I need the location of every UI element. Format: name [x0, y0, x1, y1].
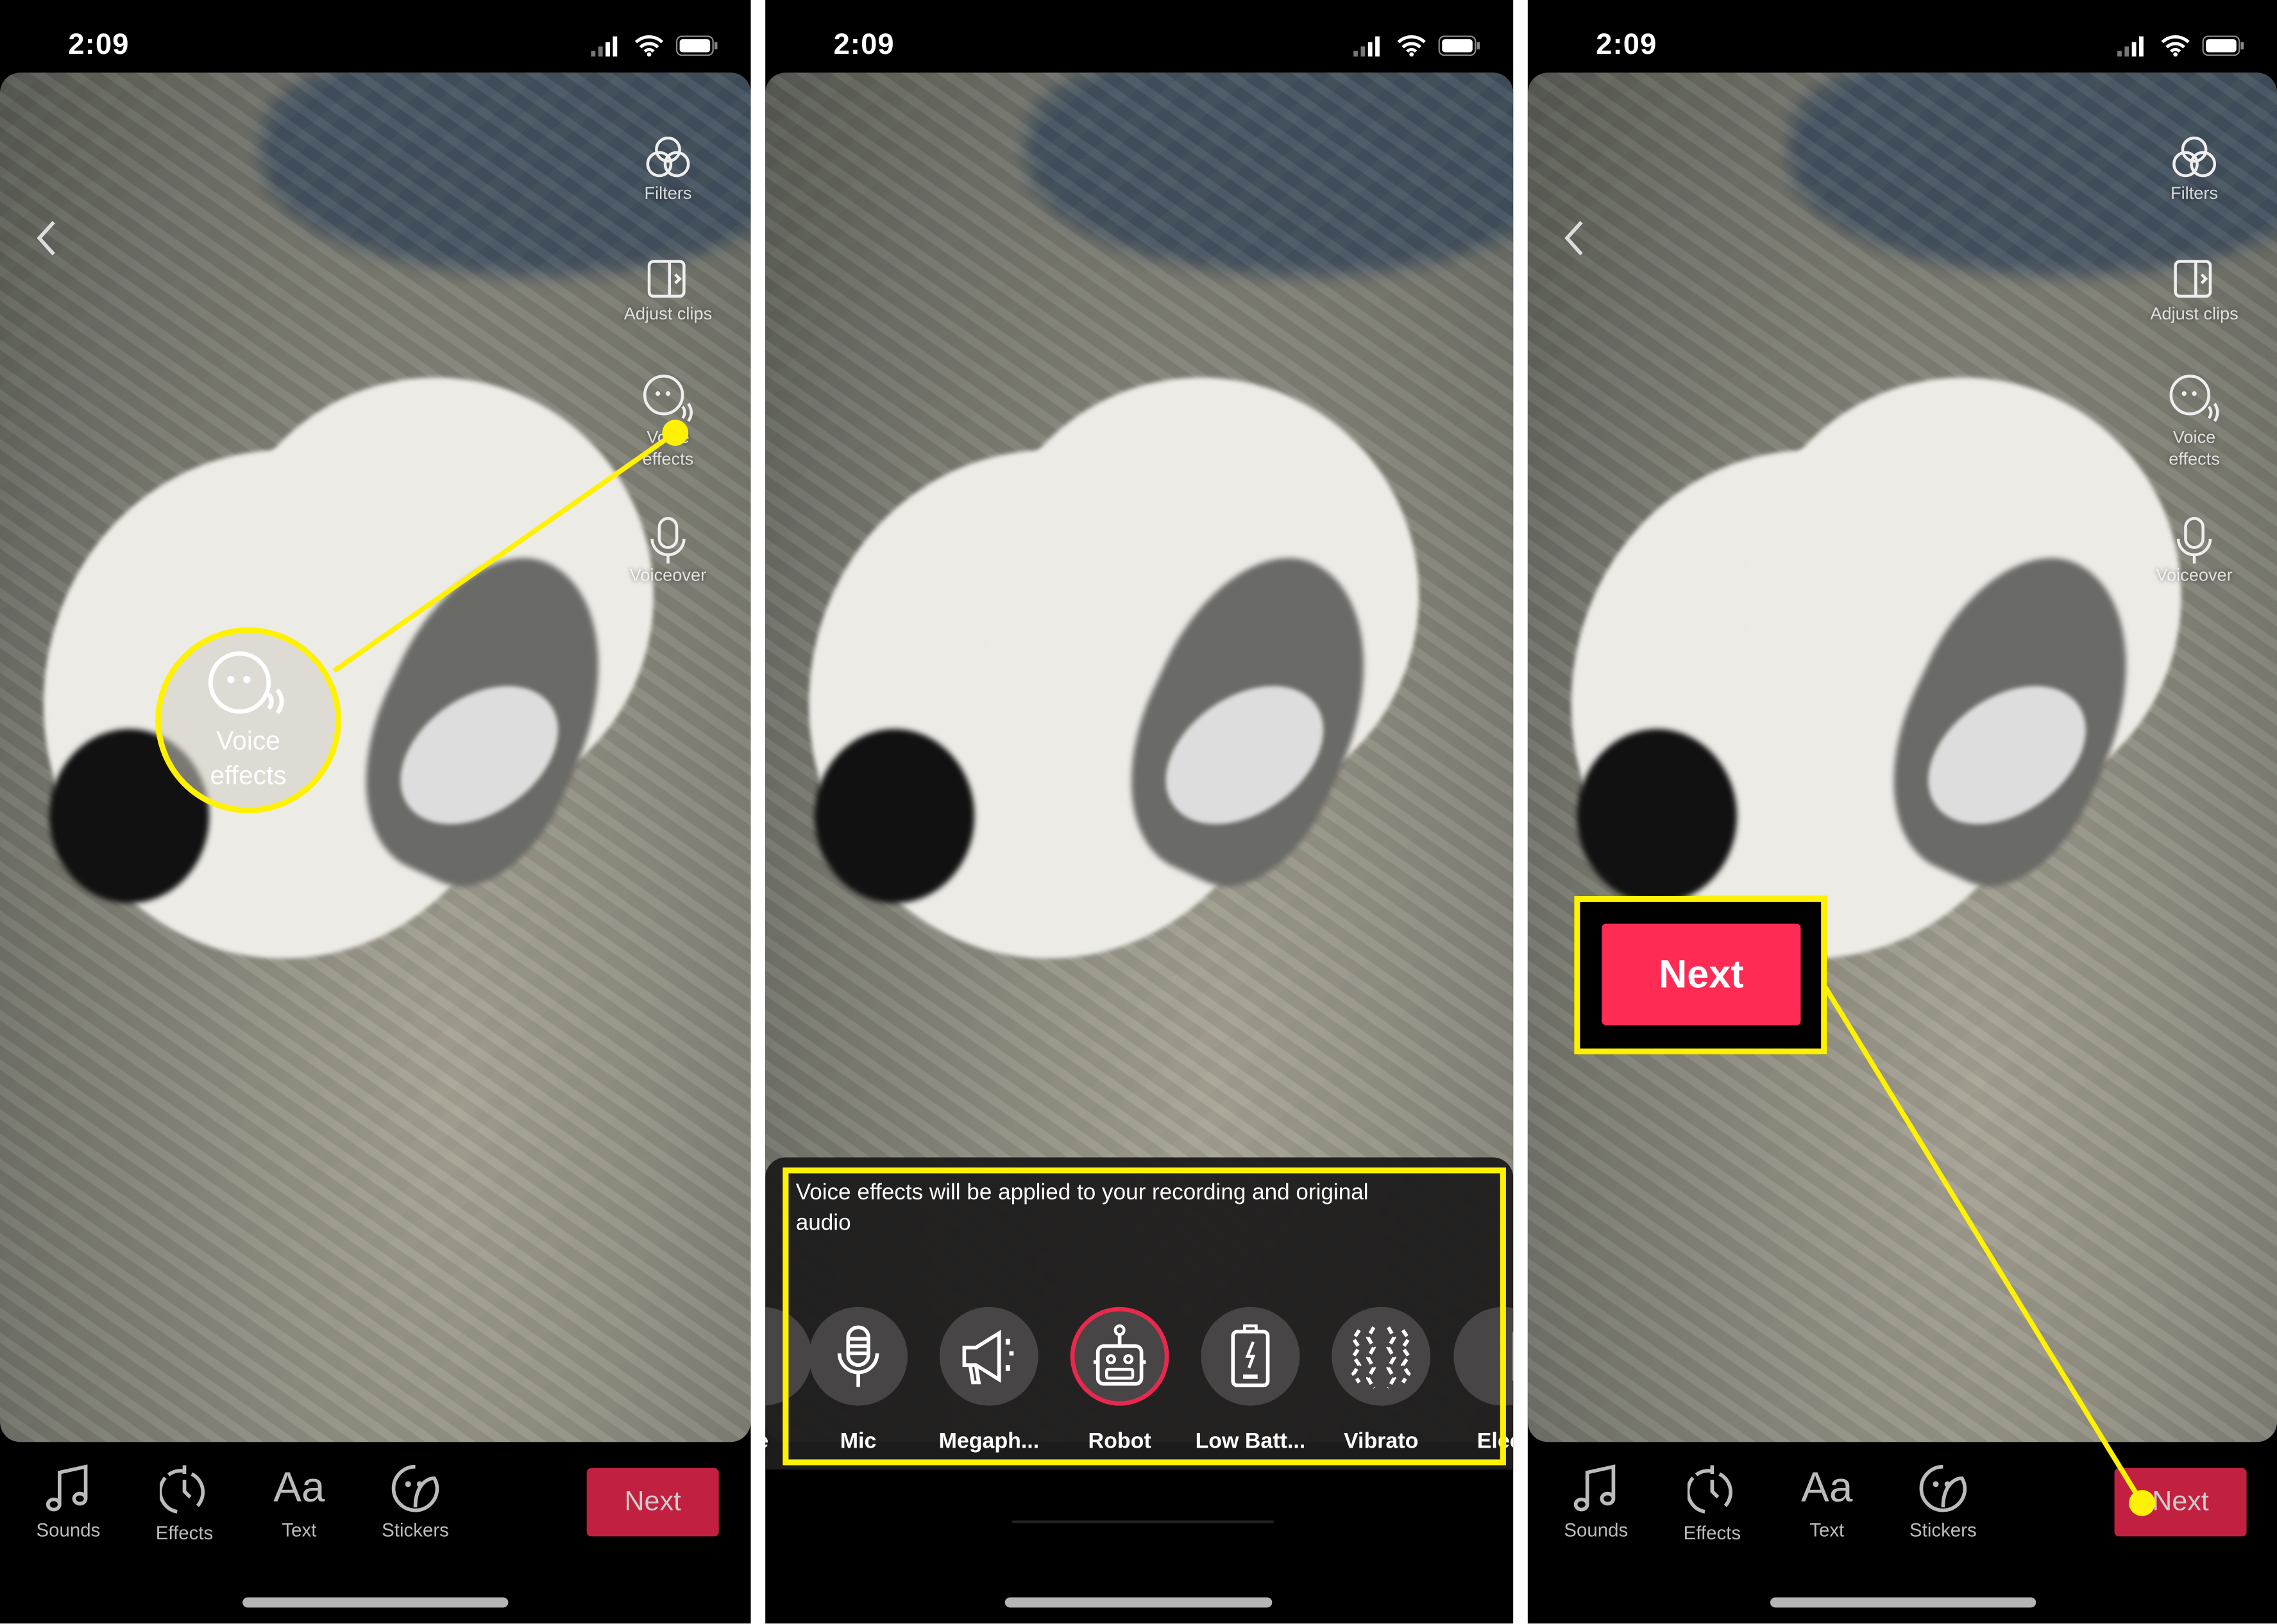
toolbar-label: Text: [1809, 1519, 1845, 1541]
toolbar-text-button[interactable]: Aa Text: [1776, 1464, 1877, 1541]
sheet-divider: [1012, 1520, 1274, 1524]
music-note-icon: [46, 1464, 88, 1512]
status-time: 2:09: [1596, 29, 1657, 62]
battery-icon: [675, 35, 718, 56]
toolbar-effects-button[interactable]: Effects: [133, 1464, 235, 1544]
home-indicator: [242, 1597, 509, 1608]
next-button[interactable]: Next: [2114, 1468, 2247, 1537]
voice-effect-label: e: [765, 1429, 768, 1453]
toolbar-label: Effects: [1683, 1521, 1741, 1544]
adjust-clips-icon: [647, 260, 686, 298]
status-time: 2:09: [833, 29, 895, 62]
battery-icon: [1438, 35, 1480, 56]
rail-filters-button[interactable]: Filters: [603, 133, 734, 205]
toolbar-sounds-button[interactable]: Sounds: [17, 1464, 119, 1541]
sticker-icon: [1919, 1464, 1967, 1512]
text-aa-icon: Aa: [1801, 1465, 1853, 1512]
status-icons: [591, 35, 718, 57]
text-aa-icon: Aa: [273, 1465, 325, 1512]
rail-label: Voiceover: [629, 564, 707, 586]
voice-sheet-highlight: [783, 1167, 1506, 1466]
status-icons: [1353, 35, 1481, 57]
wifi-icon: [2161, 35, 2190, 57]
callout-label: effects: [210, 761, 287, 790]
toolbar-sounds-button[interactable]: Sounds: [1545, 1464, 1646, 1541]
rail-voice-button[interactable]: Voice effects: [2129, 372, 2260, 471]
status-bar: 2:09: [1528, 0, 2277, 72]
cellular-signal-icon: [1353, 35, 1380, 56]
rail-voice-button[interactable]: Voice effects: [603, 372, 734, 471]
toolbar-label: Stickers: [1909, 1519, 1977, 1541]
wifi-icon: [1397, 35, 1426, 57]
rail-label: Voice: [647, 427, 690, 448]
status-bar: 2:09: [0, 0, 751, 72]
voice-effects-callout: Voice effects: [155, 627, 342, 813]
music-note-icon: [1573, 1464, 1616, 1512]
dog-patch: [1577, 729, 1737, 904]
filters-icon: [2172, 136, 2217, 178]
rail-label: Voiceover: [2156, 564, 2233, 586]
cellular-signal-icon: [591, 35, 618, 56]
rail-adjust-button[interactable]: Adjust clips: [2129, 254, 2260, 325]
adjust-clips-icon: [2174, 260, 2212, 298]
toolbar-stickers-button[interactable]: Stickers: [1892, 1464, 1993, 1541]
rail-label: Filters: [2171, 183, 2219, 203]
effects-timer-icon: [160, 1465, 205, 1514]
rail-filters-button[interactable]: Filters: [2129, 133, 2260, 205]
battery-icon: [2202, 35, 2244, 56]
effects-timer-icon: [1687, 1465, 1732, 1514]
rail-voiceover-button[interactable]: Voiceover: [2129, 516, 2260, 587]
next-label: Next: [624, 1486, 681, 1517]
toolbar-label: Text: [282, 1519, 317, 1541]
toolbar-effects-button[interactable]: Effects: [1661, 1464, 1763, 1544]
toolbar-label: Sounds: [36, 1519, 101, 1541]
toolbar-stickers-button[interactable]: Stickers: [364, 1464, 466, 1541]
voiceover-mic-icon: [650, 517, 686, 564]
filters-icon: [646, 136, 690, 178]
wifi-icon: [634, 35, 664, 57]
home-indicator: [1004, 1597, 1273, 1608]
next-label: Next: [2152, 1486, 2209, 1517]
back-chevron-icon[interactable]: [32, 218, 61, 258]
status-icons: [2117, 35, 2245, 57]
rail-label: Adjust clips: [623, 303, 713, 324]
callout-label: Voice: [216, 726, 281, 756]
rail-adjust-button[interactable]: Adjust clips: [603, 254, 734, 325]
cellular-signal-icon: [2117, 35, 2144, 56]
back-chevron-icon[interactable]: [1560, 218, 1589, 258]
next-button-zoomed: Next: [1602, 923, 1801, 1026]
voiceover-mic-icon: [2176, 517, 2212, 564]
rail-label: effects: [642, 448, 694, 469]
voice-effects-icon: [2169, 375, 2219, 422]
toolbar-label: Sounds: [1564, 1519, 1629, 1541]
sticker-icon: [391, 1464, 439, 1512]
toolbar-label: Stickers: [382, 1519, 449, 1541]
rail-label: Voice: [2172, 427, 2216, 448]
status-time: 2:09: [68, 29, 130, 62]
home-indicator: [1770, 1597, 2036, 1608]
phone-screen-right: 2:09 Filters Adjust clips Voice effects Voic…: [1527, 0, 2277, 1624]
rail-label: Adjust clips: [2150, 303, 2239, 324]
rail-voiceover-button[interactable]: Voiceover: [603, 516, 734, 587]
rail-label: effects: [2169, 448, 2220, 469]
toolbar-label: Effects: [155, 1521, 214, 1544]
rail-label: Filters: [644, 183, 692, 203]
callout-next-label: Next: [1659, 952, 1744, 996]
voice-effects-icon: [208, 651, 284, 715]
status-bar: 2:09: [765, 0, 1513, 72]
next-button[interactable]: Next: [586, 1468, 719, 1537]
phone-screen-left: 2:09 Filters Adjust clips Voice effects Voic…: [0, 0, 751, 1624]
voice-effects-icon: [643, 375, 693, 422]
toolbar-text-button[interactable]: Aa Text: [248, 1464, 350, 1541]
dog-patch: [815, 729, 975, 904]
